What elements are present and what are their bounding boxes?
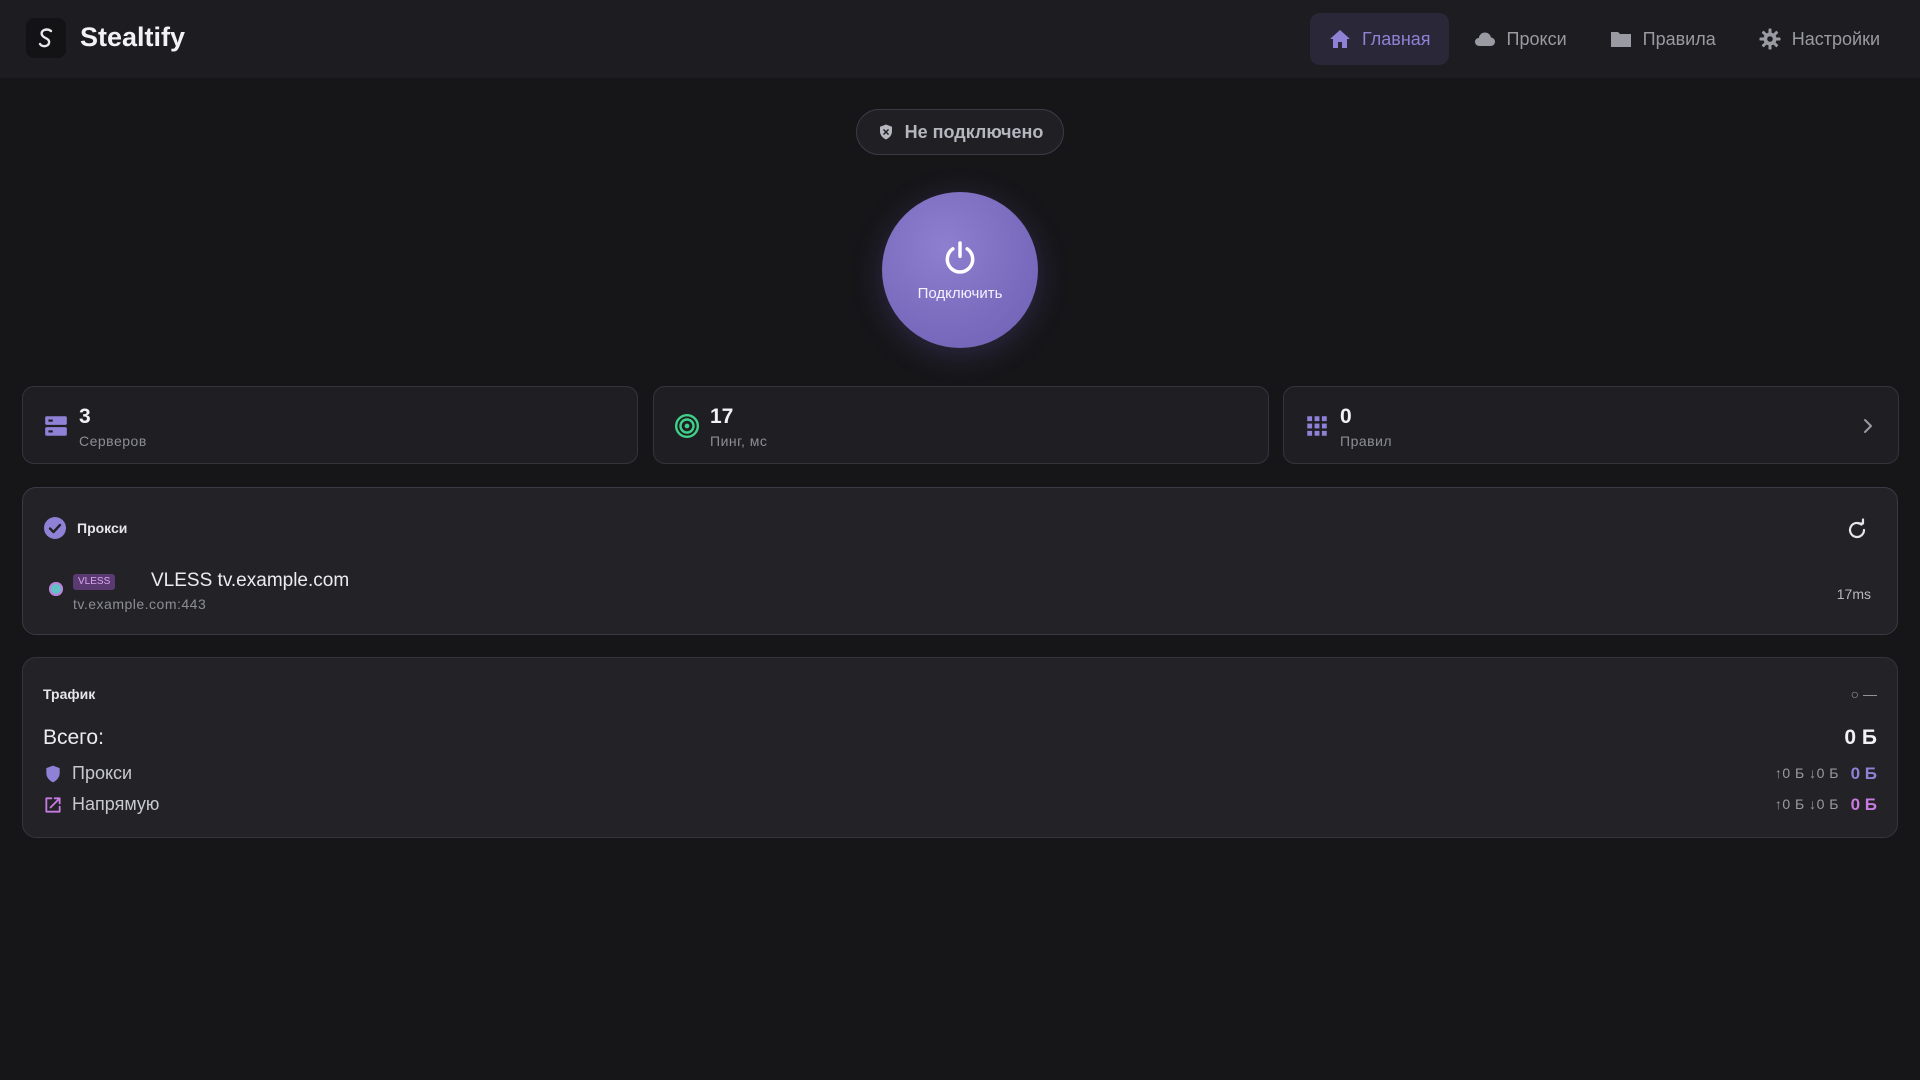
stat-card-rules[interactable]: 0 Правил (1283, 386, 1899, 464)
stat-caption: Правил (1340, 433, 1393, 449)
home-icon (1330, 30, 1351, 48)
traffic-row-direct: Напрямую ↑0 Б ↓0 Б 0 Б (43, 793, 1877, 821)
proxy-status-dot (49, 582, 63, 596)
nav-item-settings[interactable]: Настройки (1740, 13, 1898, 65)
traffic-panel-title: Трафик (43, 686, 96, 702)
nav-item-home[interactable]: Главная (1310, 13, 1449, 65)
selected-proxy-item[interactable]: VLESS VLESS tv.example.com tv.example.co… (45, 568, 1875, 612)
check-circle-icon (44, 517, 66, 539)
gear-icon (1759, 28, 1781, 50)
server-icon (45, 416, 67, 436)
shield-icon (46, 765, 60, 783)
app-title: Stealtify (80, 22, 186, 52)
connection-status-text: Не подключено (904, 121, 1044, 142)
grid-icon (1307, 416, 1327, 436)
nav-item-rules[interactable]: Правила (1591, 13, 1734, 65)
traffic-total-label: Всего: (43, 726, 104, 749)
nav-item-label: Прокси (1506, 28, 1567, 49)
logo-s-icon (38, 28, 53, 48)
main-nav: Главная Прокси Правила Настройки (1310, 13, 1898, 65)
stat-caption: Пинг, мс (710, 433, 768, 449)
proxy-host: tv.example.com:443 (73, 596, 207, 612)
stat-value: 0 (1340, 405, 1352, 428)
traffic-row-updown: ↑0 Б ↓0 Б (1774, 765, 1839, 781)
traffic-panel: Трафик ○ — Всего: 0 Б Прокси ↑0 Б ↓0 Б 0… (22, 657, 1898, 838)
connect-button[interactable]: Подключить (882, 192, 1038, 348)
traffic-toggle[interactable]: ○ — (1851, 686, 1877, 702)
cloud-icon (1474, 32, 1495, 46)
proxy-protocol-badge: VLESS (73, 574, 116, 590)
traffic-row-value: 0 Б (1850, 764, 1877, 783)
external-link-icon (45, 797, 61, 813)
refresh-icon[interactable] (1845, 518, 1869, 542)
traffic-total-value: 0 Б (1844, 726, 1877, 749)
app-logo (26, 18, 66, 58)
target-icon (674, 413, 700, 439)
proxy-ping: 17ms (1836, 586, 1871, 602)
connection-status-badge: Не подключено (856, 109, 1064, 155)
traffic-row-value: 0 Б (1850, 795, 1877, 814)
traffic-row-proxy: Прокси ↑0 Б ↓0 Б 0 Б (43, 762, 1877, 790)
nav-item-label: Правила (1642, 28, 1716, 49)
stat-value: 3 (79, 405, 91, 428)
stat-card-ping: 17 Пинг, мс (653, 386, 1269, 464)
chevron-right-icon (1864, 419, 1872, 433)
traffic-row-label: Напрямую (72, 794, 160, 814)
connect-button-label: Подключить (917, 284, 1003, 302)
traffic-row-label: Прокси (72, 763, 133, 783)
proxy-panel-title: Прокси (77, 520, 128, 536)
nav-item-label: Настройки (1791, 28, 1880, 49)
top-bar: Stealtify Главная Прокси Правила Настрой… (0, 0, 1920, 78)
stat-card-servers: 3 Серверов (22, 386, 638, 464)
proxy-panel: Прокси VLESS VLESS tv.example.com tv.exa… (22, 487, 1898, 635)
shield-x-icon (879, 124, 892, 140)
nav-item-label: Главная (1362, 28, 1431, 49)
proxy-name: VLESS tv.example.com (151, 570, 350, 591)
stat-caption: Серверов (79, 433, 147, 449)
power-icon (945, 240, 975, 274)
traffic-row-updown: ↑0 Б ↓0 Б (1774, 796, 1839, 812)
stat-value: 17 (710, 405, 734, 428)
folder-icon (1610, 32, 1631, 47)
nav-item-proxy[interactable]: Прокси (1455, 13, 1585, 65)
